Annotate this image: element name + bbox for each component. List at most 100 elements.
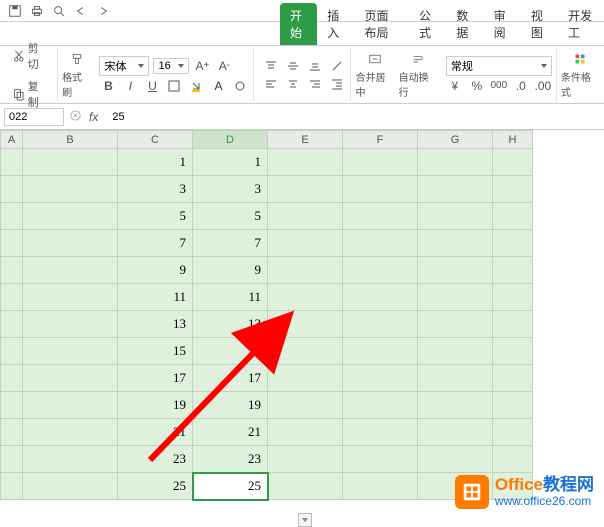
- tab-data[interactable]: 数据: [446, 3, 483, 45]
- cell[interactable]: [268, 176, 343, 203]
- cell[interactable]: 5: [118, 203, 193, 230]
- cell[interactable]: [1, 230, 23, 257]
- number-format-select[interactable]: 常规: [446, 56, 552, 76]
- cell[interactable]: [23, 230, 118, 257]
- cell[interactable]: [268, 419, 343, 446]
- cell[interactable]: [418, 176, 493, 203]
- cell[interactable]: [493, 365, 533, 392]
- cell[interactable]: 17: [118, 365, 193, 392]
- cell[interactable]: [343, 230, 418, 257]
- italic-button[interactable]: I: [121, 78, 139, 94]
- border-button[interactable]: [165, 78, 183, 94]
- cell[interactable]: [23, 203, 118, 230]
- tab-home[interactable]: 开始: [280, 3, 317, 45]
- cell[interactable]: 23: [118, 446, 193, 473]
- cell[interactable]: 13: [118, 311, 193, 338]
- cell[interactable]: [418, 392, 493, 419]
- effects-button[interactable]: [231, 78, 249, 94]
- comma-icon[interactable]: 000: [490, 78, 508, 94]
- cell[interactable]: [268, 311, 343, 338]
- cell[interactable]: [268, 284, 343, 311]
- cell[interactable]: [493, 176, 533, 203]
- cell[interactable]: 23: [193, 446, 268, 473]
- cell[interactable]: [343, 149, 418, 176]
- cell[interactable]: [268, 446, 343, 473]
- tab-view[interactable]: 视图: [521, 3, 558, 45]
- cell[interactable]: [418, 365, 493, 392]
- cell[interactable]: [343, 311, 418, 338]
- cell[interactable]: 13: [193, 311, 268, 338]
- cell[interactable]: [418, 419, 493, 446]
- cell[interactable]: [23, 419, 118, 446]
- tab-insert[interactable]: 插入: [317, 3, 354, 45]
- cell[interactable]: [343, 176, 418, 203]
- cell[interactable]: [1, 176, 23, 203]
- cell[interactable]: [1, 257, 23, 284]
- cell[interactable]: [493, 284, 533, 311]
- undo-icon[interactable]: [74, 4, 88, 18]
- cell[interactable]: [418, 230, 493, 257]
- cell[interactable]: 3: [118, 176, 193, 203]
- cell[interactable]: 21: [193, 419, 268, 446]
- cell[interactable]: [1, 473, 23, 500]
- cell[interactable]: 1: [193, 149, 268, 176]
- cancel-icon[interactable]: [70, 110, 81, 124]
- cell[interactable]: 11: [193, 284, 268, 311]
- align-right-icon[interactable]: [306, 76, 324, 92]
- decrease-decimal-icon[interactable]: .0: [512, 78, 530, 94]
- cell[interactable]: [23, 311, 118, 338]
- save-icon[interactable]: [8, 4, 22, 18]
- table-row[interactable]: 2121: [1, 419, 533, 446]
- cell[interactable]: [493, 392, 533, 419]
- cell[interactable]: [493, 419, 533, 446]
- cell[interactable]: 5: [193, 203, 268, 230]
- cell[interactable]: 9: [118, 257, 193, 284]
- tab-formulas[interactable]: 公式: [409, 3, 446, 45]
- cell[interactable]: [1, 365, 23, 392]
- cell[interactable]: [23, 176, 118, 203]
- cell[interactable]: [493, 149, 533, 176]
- tab-page-layout[interactable]: 页面布局: [355, 3, 410, 45]
- cell[interactable]: 11: [118, 284, 193, 311]
- cell[interactable]: [23, 365, 118, 392]
- cell[interactable]: [493, 311, 533, 338]
- cell[interactable]: 1: [118, 149, 193, 176]
- cell[interactable]: [1, 338, 23, 365]
- col-header[interactable]: B: [23, 131, 118, 149]
- cell[interactable]: [343, 365, 418, 392]
- currency-icon[interactable]: ¥: [446, 78, 464, 94]
- cell[interactable]: [23, 257, 118, 284]
- name-box[interactable]: [4, 108, 64, 126]
- tab-developer[interactable]: 开发工: [558, 3, 604, 45]
- table-row[interactable]: 1919: [1, 392, 533, 419]
- format-painter-icon[interactable]: [68, 51, 86, 67]
- cell[interactable]: [23, 338, 118, 365]
- table-row[interactable]: 2323: [1, 446, 533, 473]
- col-header[interactable]: D: [193, 131, 268, 149]
- align-left-icon[interactable]: [262, 76, 280, 92]
- bold-button[interactable]: B: [99, 78, 117, 94]
- autofill-options-button[interactable]: [298, 513, 312, 527]
- percent-icon[interactable]: %: [468, 78, 486, 94]
- fill-color-button[interactable]: [187, 78, 205, 94]
- fx-label[interactable]: fx: [89, 110, 98, 124]
- col-header[interactable]: C: [118, 131, 193, 149]
- align-top-icon[interactable]: [262, 58, 280, 74]
- align-bottom-icon[interactable]: [306, 58, 324, 74]
- font-size-select[interactable]: 16: [153, 58, 189, 74]
- tab-review[interactable]: 审阅: [484, 3, 521, 45]
- cell[interactable]: [418, 338, 493, 365]
- cut-button[interactable]: 剪切: [8, 38, 53, 74]
- cell[interactable]: 21: [118, 419, 193, 446]
- merge-icon[interactable]: [366, 51, 384, 67]
- cell[interactable]: 9: [193, 257, 268, 284]
- cell[interactable]: [418, 311, 493, 338]
- cell[interactable]: [343, 473, 418, 500]
- redo-icon[interactable]: [96, 4, 110, 18]
- cell[interactable]: 19: [118, 392, 193, 419]
- cell[interactable]: [23, 473, 118, 500]
- cell[interactable]: [1, 284, 23, 311]
- cell[interactable]: [1, 149, 23, 176]
- table-row[interactable]: 11: [1, 149, 533, 176]
- col-header[interactable]: F: [343, 131, 418, 149]
